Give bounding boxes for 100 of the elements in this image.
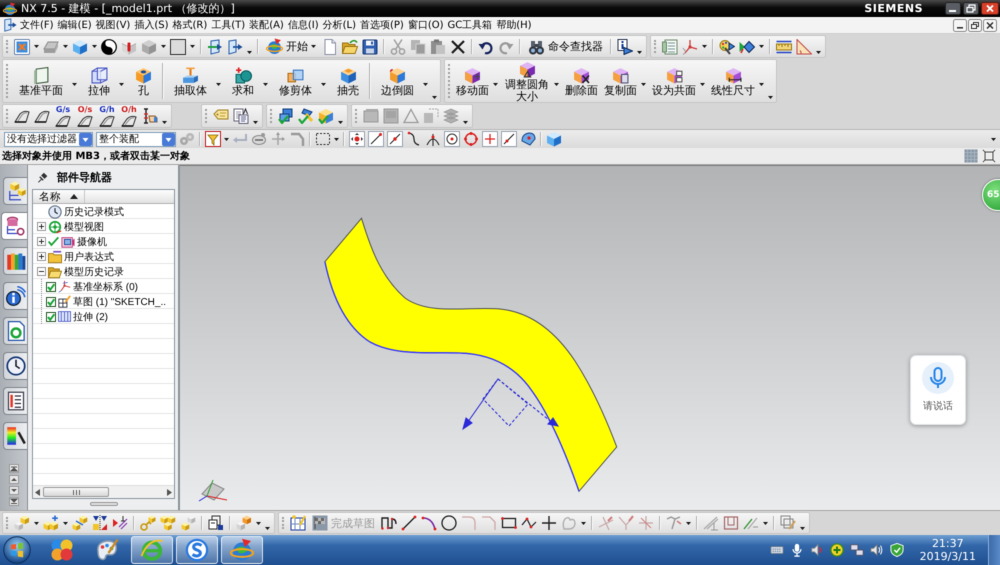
tree-item[interactable]: 模型视图 (64, 220, 104, 234)
menu-item[interactable]: GC工具箱 (446, 18, 494, 32)
plane-icon[interactable] (32, 67, 50, 84)
caret-icon[interactable] (637, 51, 642, 54)
dashed-box-icon[interactable] (315, 131, 331, 147)
info-icon[interactable] (617, 38, 633, 54)
feature-button[interactable]: 求和 (225, 65, 261, 97)
cube-squares-icon[interactable] (666, 67, 682, 84)
cylinder-tree-icon[interactable] (4, 216, 24, 236)
ruler-icon[interactable] (776, 38, 792, 54)
menu-item[interactable]: 分析(L) (322, 18, 357, 32)
polyline-icon[interactable] (521, 515, 537, 531)
scroll-down-icon[interactable] (8, 486, 18, 495)
plus-point-icon[interactable] (482, 131, 498, 147)
angle-icon[interactable] (796, 38, 812, 54)
line-mid-icon[interactable] (387, 131, 403, 147)
analysis-button[interactable]: O/h (120, 105, 138, 127)
menu-item[interactable]: 首选项(P) (358, 18, 405, 32)
tree-item[interactable]: 基准坐标系 (0) (73, 280, 138, 294)
analysis-button[interactable]: O/s (76, 105, 94, 127)
caret-icon[interactable] (321, 82, 326, 86)
sort-arrow-icon[interactable] (70, 194, 78, 199)
cube-icon[interactable] (72, 38, 88, 54)
scope-dropdown[interactable]: 整个装配 (96, 132, 176, 146)
plus-icon[interactable] (541, 515, 557, 531)
check-cube-icon[interactable] (318, 108, 334, 124)
scroll-bottom-icon[interactable] (8, 497, 18, 506)
tree-item[interactable]: 用户表达式 (64, 250, 114, 264)
circle-center-icon[interactable] (444, 131, 460, 147)
slope-icon[interactable] (55, 114, 71, 127)
caret-icon[interactable] (334, 138, 339, 140)
line-end-icon[interactable] (368, 131, 384, 147)
tree-item[interactable]: 草图 (1) "SKETCH_.. (73, 294, 166, 308)
tree-item[interactable]: 模型历史记录 (64, 264, 124, 278)
horizontal-scrollbar[interactable] (33, 485, 174, 498)
list-icon[interactable] (6, 391, 26, 411)
caret-icon[interactable] (63, 45, 68, 48)
caret-icon[interactable] (253, 121, 258, 124)
taskbar-button[interactable] (221, 536, 263, 564)
slope-icon[interactable] (14, 108, 30, 124)
boxes-icon[interactable] (287, 67, 304, 84)
feature-button[interactable]: 孔 (128, 65, 159, 97)
cube-hole-icon[interactable] (135, 67, 152, 84)
filter-dropdown[interactable]: 没有选择过滤器 (4, 132, 93, 146)
cube-plus-icon[interactable] (43, 515, 59, 531)
analysis-button[interactable]: G/h (98, 105, 116, 127)
scroll-thumb[interactable] (43, 487, 109, 497)
caret-icon[interactable] (800, 527, 805, 530)
caret-icon[interactable] (338, 121, 343, 124)
caret-icon[interactable] (432, 96, 437, 99)
intersection-icon[interactable] (425, 131, 441, 147)
expand-icon[interactable] (37, 237, 46, 246)
caret-icon[interactable] (162, 121, 167, 124)
frame-arrow-icon[interactable] (227, 38, 243, 54)
caret-icon[interactable] (700, 82, 705, 86)
fit-frame-icon[interactable] (982, 149, 996, 163)
tree-item[interactable]: 摄像机 (77, 234, 107, 248)
quadrant-icon[interactable] (463, 131, 479, 147)
caret-icon[interactable] (686, 522, 691, 524)
scroll-right-icon[interactable] (167, 488, 172, 496)
feature-button[interactable]: 修剪体 (272, 65, 319, 97)
caret-icon[interactable] (581, 522, 586, 524)
caret-icon[interactable] (224, 138, 229, 140)
face-point-icon[interactable] (520, 131, 536, 147)
splitter-handle[interactable] (90, 502, 118, 506)
slab-icon[interactable] (182, 67, 199, 84)
frame-arrow-icon[interactable] (3, 18, 17, 32)
caret-icon[interactable] (493, 82, 498, 86)
document-ring-icon[interactable] (6, 321, 26, 341)
caret-icon[interactable] (768, 96, 773, 99)
slope-icon[interactable] (34, 108, 50, 124)
expand-icon[interactable] (37, 222, 46, 231)
squares-icon[interactable] (208, 515, 224, 531)
caret-icon[interactable] (161, 45, 166, 48)
resource-tab[interactable] (3, 352, 27, 380)
slope-icon[interactable] (77, 114, 93, 127)
caret-icon[interactable] (641, 82, 646, 86)
start-orb-icon[interactable] (3, 536, 31, 564)
feature-button[interactable]: 抽壳 (330, 65, 366, 97)
checkbox[interactable] (46, 296, 56, 306)
taskbar-button[interactable] (131, 536, 173, 564)
menu-item[interactable]: 帮助(H) (495, 18, 533, 32)
color-bar-icon[interactable] (6, 426, 26, 446)
restore-icon[interactable] (968, 18, 982, 32)
cube-cross-icon[interactable] (573, 67, 590, 84)
caret-icon[interactable] (759, 82, 764, 86)
crossed-lines-icon[interactable] (638, 515, 654, 531)
caret-icon[interactable] (759, 45, 764, 48)
curve-icon[interactable] (406, 131, 422, 147)
scroll-up-icon[interactable] (8, 475, 18, 484)
cubes-arrow-icon[interactable] (72, 515, 88, 531)
resource-tab[interactable] (3, 177, 27, 205)
cube-icon[interactable] (546, 131, 562, 147)
rectangle-icon[interactable] (501, 515, 517, 531)
speaker-icon[interactable] (810, 543, 824, 557)
slope-icon[interactable] (99, 114, 115, 127)
frame-arrow-icon[interactable] (207, 38, 223, 54)
arrows-dot-icon[interactable] (349, 131, 365, 147)
caret-icon[interactable] (554, 82, 559, 86)
cross-icon[interactable] (450, 38, 466, 54)
